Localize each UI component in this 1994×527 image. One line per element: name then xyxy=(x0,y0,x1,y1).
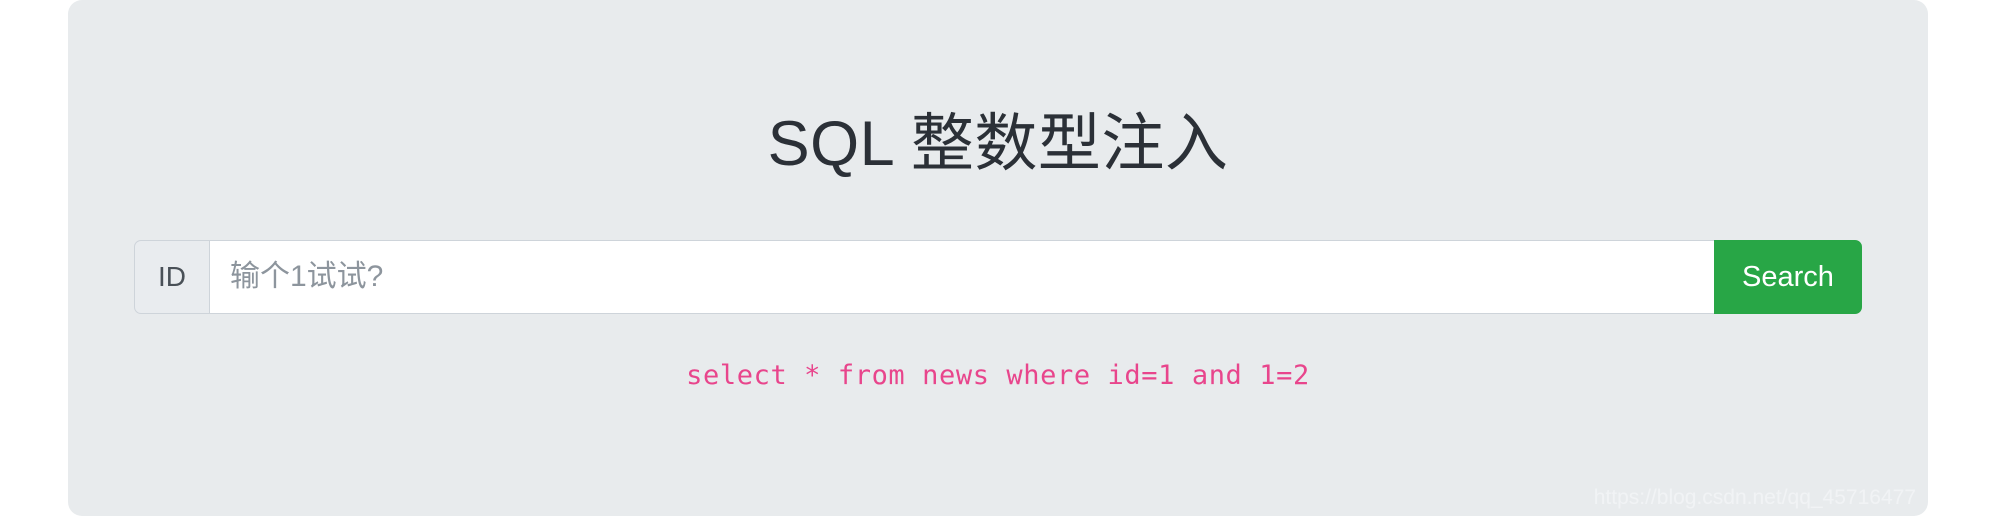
page-title: SQL 整数型注入 xyxy=(767,109,1229,179)
sql-output-container: select * from news where id=1 and 1=2 xyxy=(68,358,1928,393)
search-input-group: ID Search xyxy=(134,240,1862,314)
sql-query-text: select * from news where id=1 and 1=2 xyxy=(686,360,1310,391)
search-input[interactable] xyxy=(210,240,1714,314)
id-prefix-label: ID xyxy=(134,240,210,314)
page-title-container: SQL 整数型注入 xyxy=(68,110,1928,178)
watermark-text: https://blog.csdn.net/qq_45716477 xyxy=(1593,486,1916,509)
content-panel: SQL 整数型注入 ID Search select * from news w… xyxy=(68,0,1928,516)
search-button[interactable]: Search xyxy=(1714,240,1862,314)
page-root: SQL 整数型注入 ID Search select * from news w… xyxy=(0,0,1994,527)
